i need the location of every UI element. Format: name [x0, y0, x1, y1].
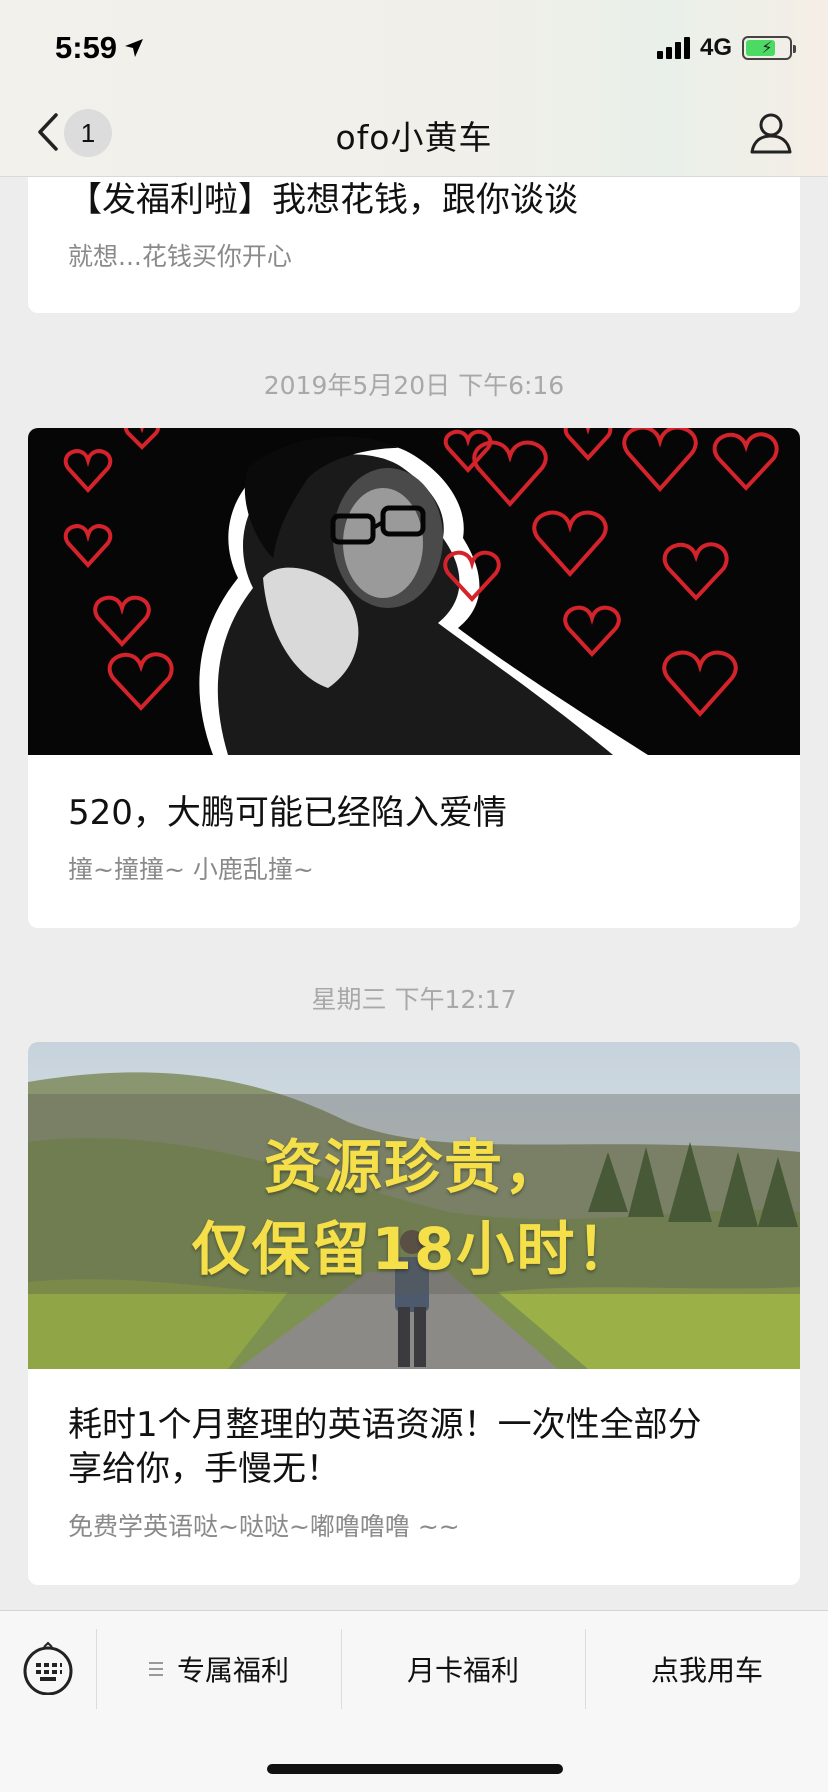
article-desc: 撞~撞撞~ 小鹿乱撞~: [68, 855, 314, 884]
menu-button-label: 点我用车: [650, 1654, 763, 1687]
top-bar: 5:59 4G ⚡ 1 ofo小黄车: [0, 0, 828, 177]
status-time: 5:59: [55, 30, 145, 66]
menu-button-label: 月卡福利: [406, 1654, 519, 1687]
menu-button-label: 专属福利: [176, 1654, 289, 1687]
overlay-text-line1: 资源珍贵，: [263, 1133, 564, 1201]
menu-button-use-bike[interactable]: 点我用车: [586, 1631, 828, 1707]
article-card[interactable]: 520，大鹏可能已经陷入爱情 撞~撞撞~ 小鹿乱撞~: [28, 428, 800, 928]
keyboard-icon: [23, 1641, 73, 1696]
article-title-line2: 享给你，手慢无！: [68, 1449, 340, 1489]
status-time-text: 5:59: [55, 30, 118, 65]
status-indicators: 4G ⚡: [656, 34, 796, 62]
article-title: 【发福利啦】我想花钱，跟你谈谈: [68, 180, 578, 220]
home-indicator: [267, 1764, 563, 1774]
article-title: 520，大鹏可能已经陷入爱情: [68, 793, 507, 833]
signal-bars-icon: [656, 37, 690, 59]
article-desc: 就想...花钱买你开心: [68, 242, 292, 271]
article-cover-image: [28, 428, 800, 755]
location-arrow-icon: [125, 39, 144, 57]
menu-button-exclusive-benefits[interactable]: 专属福利: [98, 1631, 340, 1707]
charging-bolt-icon: ⚡: [761, 38, 773, 57]
person-icon: [750, 113, 792, 154]
timestamp: 2019年5月20日 下午6:16: [263, 371, 565, 400]
menu-divider: [96, 1629, 97, 1709]
article-card[interactable]: 资源珍贵， 仅保留18小时！ 耗时1个月整理的英语资源！一次性全部分 享给你，手…: [28, 1042, 800, 1585]
overlay-text-line2: 仅保留18小时！: [191, 1215, 637, 1283]
menu-lines-icon: [148, 1662, 163, 1676]
article-desc: 免费学英语哒~哒哒~嘟噜噜噜 ~~: [68, 1512, 460, 1541]
page-title: ofo小黄车: [335, 118, 493, 157]
profile-button[interactable]: [748, 110, 794, 156]
article-title-line1: 耗时1个月整理的英语资源！一次性全部分: [68, 1405, 702, 1445]
timestamp: 星期三 下午12:17: [311, 985, 517, 1014]
menu-button-monthly-card[interactable]: 月卡福利: [342, 1631, 584, 1707]
network-type: 4G: [699, 34, 732, 61]
keyboard-toggle-button[interactable]: [20, 1639, 76, 1696]
battery-icon: ⚡: [742, 36, 796, 60]
